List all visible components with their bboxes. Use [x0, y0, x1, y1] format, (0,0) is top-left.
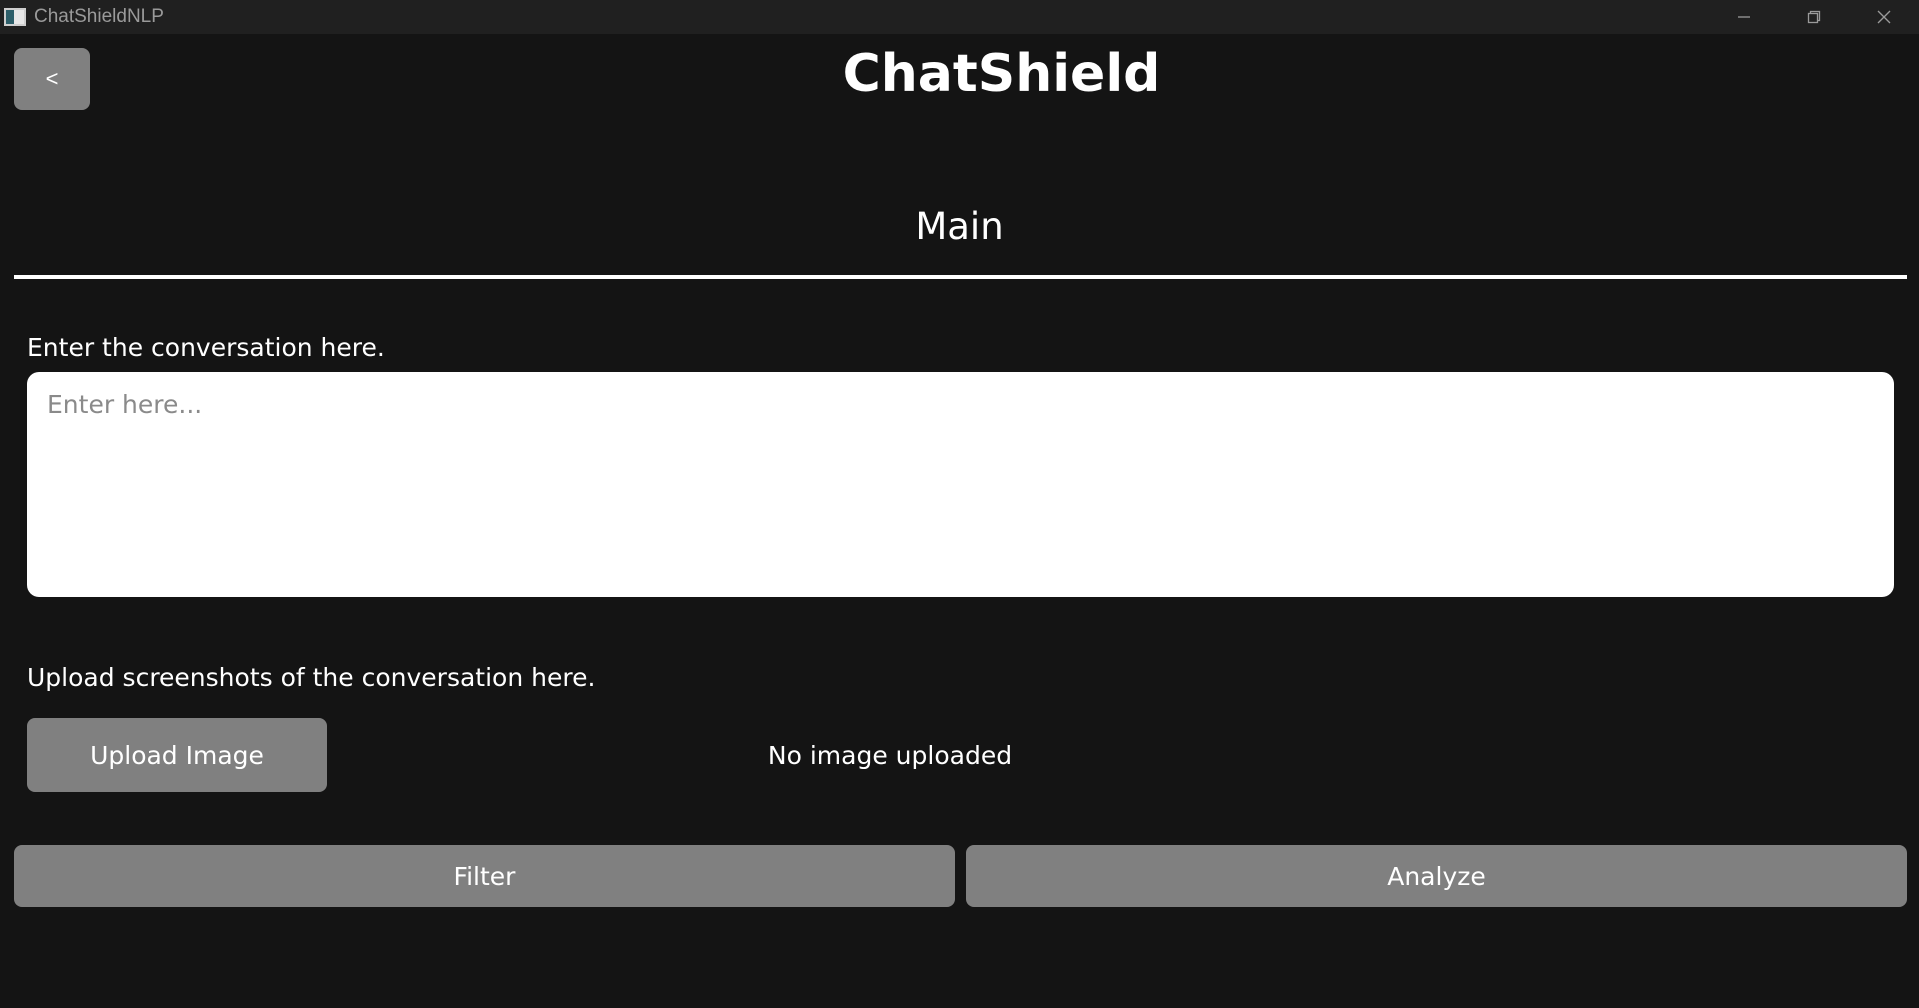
filter-button[interactable]: Filter	[14, 845, 955, 907]
conversation-label: Enter the conversation here.	[27, 333, 385, 362]
app-title: ChatShield	[842, 44, 1161, 104]
title-divider	[14, 275, 1907, 279]
upload-label: Upload screenshots of the conversation h…	[27, 663, 596, 692]
app-window-icon	[4, 8, 26, 26]
conversation-input[interactable]	[27, 372, 1894, 597]
window-controls	[1709, 0, 1919, 34]
restore-icon[interactable]	[1779, 0, 1849, 34]
upload-image-button[interactable]: Upload Image	[27, 718, 327, 792]
page-title: Main	[915, 205, 1004, 248]
window-titlebar: ChatShieldNLP	[0, 0, 1919, 34]
upload-status-text: No image uploaded	[767, 741, 1013, 770]
close-icon[interactable]	[1849, 0, 1919, 34]
window-title: ChatShieldNLP	[34, 6, 164, 27]
minimize-icon[interactable]	[1709, 0, 1779, 34]
analyze-button[interactable]: Analyze	[966, 845, 1907, 907]
